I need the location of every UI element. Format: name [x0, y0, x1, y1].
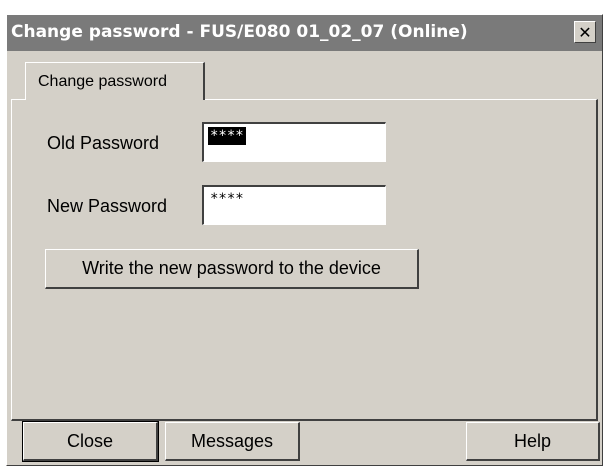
tab-label: Change password [38, 73, 167, 90]
write-password-button[interactable]: Write the new password to the device [45, 249, 419, 289]
tab-change-password[interactable]: Change password [25, 62, 205, 100]
old-password-value: **** [208, 127, 246, 145]
new-password-value: **** [210, 191, 244, 207]
change-password-dialog: Change password - FUS/E080 01_02_07 (Onl… [6, 14, 603, 466]
new-password-field[interactable]: **** [202, 185, 386, 225]
close-button[interactable]: Close [22, 421, 159, 462]
old-password-label: Old Password [47, 133, 160, 153]
messages-button[interactable]: Messages [165, 422, 300, 461]
new-password-label: New Password [47, 196, 168, 216]
help-button[interactable]: Help [466, 422, 600, 461]
title-bar[interactable]: Change password - FUS/E080 01_02_07 (Onl… [7, 15, 602, 51]
old-password-field[interactable]: **** [202, 122, 386, 162]
window-title: Change password - FUS/E080 01_02_07 (Onl… [11, 22, 468, 42]
close-icon[interactable]: ✕ [574, 21, 596, 43]
